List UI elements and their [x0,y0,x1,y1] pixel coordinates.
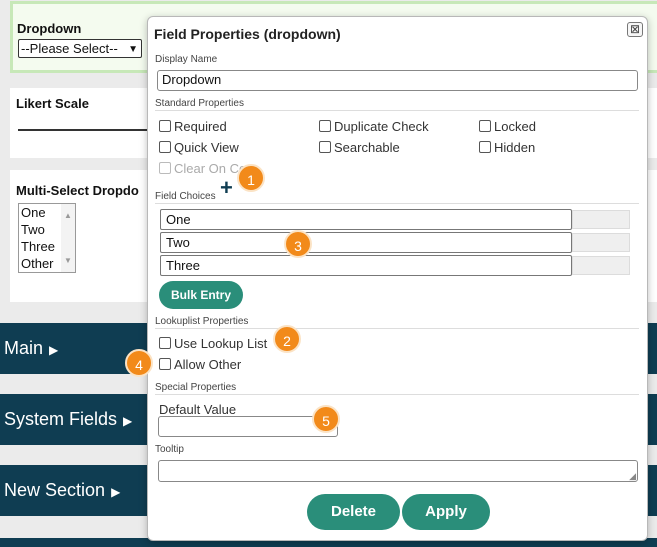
choice-extra-field[interactable] [572,233,630,252]
lookuplist-properties-label: Lookuplist Properties [155,316,249,327]
field-choices-label: Field Choices [155,191,216,202]
checkbox-icon[interactable] [319,141,331,153]
divider [155,203,639,204]
annotation-badge-3: 3 [284,230,312,258]
section-new-section-label: New Section [4,480,106,500]
required-checkbox[interactable]: Required [159,119,227,134]
annotation-badge-1: 1 [237,164,265,192]
hidden-label: Hidden [494,140,536,155]
checkbox-icon[interactable] [159,358,171,370]
triangle-right-icon: ▶ [111,485,121,499]
quick-view-label: Quick View [174,140,239,155]
checkbox-icon[interactable] [159,120,171,132]
likert-scale-line [18,129,153,131]
display-name-input[interactable]: Dropdown [157,70,638,91]
dropdown-select-value: --Please Select-- [21,41,118,56]
section-system-fields-label: System Fields [4,409,118,429]
chevron-down-icon: ▼ [128,44,138,55]
special-properties-label: Special Properties [155,382,237,393]
add-choice-plus-icon[interactable]: + [220,177,233,199]
checkbox-icon[interactable] [159,141,171,153]
choice-input[interactable]: Two [160,232,572,253]
standard-properties-label: Standard Properties [155,98,244,109]
duplicate-check-checkbox[interactable]: Duplicate Check [319,119,429,134]
bulk-entry-button[interactable]: Bulk Entry [159,281,243,309]
section-main-label: Main [4,338,44,358]
dropdown-field-label: Dropdown [17,21,82,36]
choice-extra-field[interactable] [572,210,630,229]
dropdown-select[interactable]: --Please Select-- ▼ [18,39,142,58]
divider [155,110,639,111]
annotation-badge-4: 4 [125,349,153,377]
hidden-checkbox[interactable]: Hidden [479,140,535,155]
field-properties-dialog: Field Properties (dropdown) ⊠ Display Na… [147,16,648,541]
scroll-up-icon[interactable]: ▲ [64,207,72,224]
dialog-title: Field Properties (dropdown) [154,26,341,42]
close-icon[interactable]: ⊠ [627,22,643,37]
locked-label: Locked [494,119,536,134]
checkbox-icon[interactable] [479,141,491,153]
tooltip-textarea[interactable]: ◢ [158,460,638,482]
scroll-down-icon[interactable]: ▼ [64,252,72,269]
tooltip-label: Tooltip [155,444,184,455]
required-label: Required [174,119,227,134]
searchable-label: Searchable [334,140,400,155]
allow-other-checkbox[interactable]: Allow Other [159,357,241,372]
triangle-right-icon: ▶ [49,343,59,357]
triangle-right-icon: ▶ [123,414,133,428]
use-lookup-list-checkbox[interactable]: Use Lookup List [159,336,267,351]
resize-handle-icon[interactable]: ◢ [629,472,636,481]
choice-input[interactable]: One [160,209,572,230]
choice-extra-field[interactable] [572,256,630,275]
annotation-badge-5: 5 [312,405,340,433]
duplicate-check-label: Duplicate Check [334,119,429,134]
checkbox-icon[interactable] [319,120,331,132]
quick-view-checkbox[interactable]: Quick View [159,140,239,155]
likert-field-label: Likert Scale [16,96,89,111]
divider [155,328,639,329]
display-name-label: Display Name [155,54,218,65]
checkbox-icon[interactable] [479,120,491,132]
divider [155,394,639,395]
listbox-scrollbar[interactable]: ▲ ▼ [61,204,75,272]
default-value-input[interactable] [158,416,338,437]
apply-button[interactable]: Apply [402,494,490,530]
checkbox-icon[interactable] [159,337,171,349]
locked-checkbox[interactable]: Locked [479,119,536,134]
use-lookup-list-label: Use Lookup List [174,336,268,351]
searchable-checkbox[interactable]: Searchable [319,140,400,155]
delete-button[interactable]: Delete [307,494,400,530]
annotation-badge-2: 2 [273,325,301,353]
allow-other-label: Allow Other [174,357,242,372]
choice-input[interactable]: Three [160,255,572,276]
default-value-label: Default Value [159,402,237,417]
multiselect-field-label: Multi-Select Dropdo [16,183,139,198]
clear-on-copy-label: Clear On Co [174,161,247,176]
checkbox-icon [159,162,171,174]
clear-on-copy-checkbox: Clear On Co [159,161,246,176]
multiselect-listbox[interactable]: One Two Three Other ▲ ▼ [18,203,76,273]
